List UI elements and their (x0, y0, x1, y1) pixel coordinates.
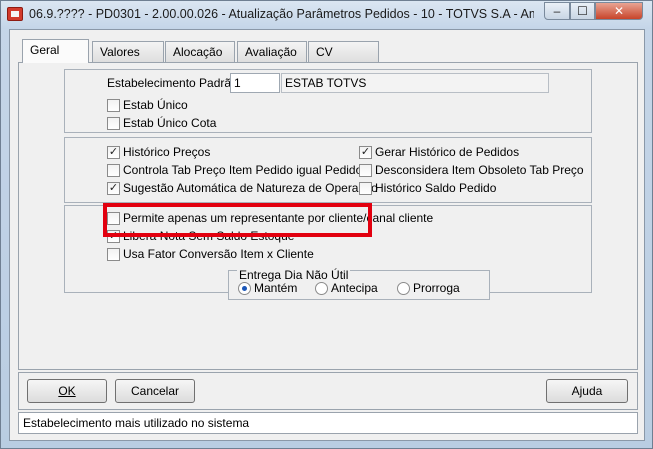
checkbox-label: Gerar Histórico de Pedidos (375, 145, 520, 159)
cancel-label: Cancelar (130, 384, 180, 398)
checkbox-box[interactable] (107, 117, 120, 130)
app-icon (7, 7, 23, 21)
checkbox-box[interactable] (359, 182, 372, 195)
checkbox-box[interactable]: ✓ (359, 146, 372, 159)
tab-geral[interactable]: Geral (22, 39, 89, 63)
tab-label: Geral (30, 43, 60, 57)
help-label: Ajuda (571, 384, 603, 398)
checkbox-label: Sugestão Automática de Natureza de Opera… (123, 181, 378, 195)
cancel-button[interactable]: Cancelar (115, 379, 195, 403)
checkbox-label: Estab Único (123, 98, 188, 112)
checkbox-box[interactable] (107, 164, 120, 177)
highlight-annotation (103, 203, 372, 237)
antecipa-radio[interactable] (315, 282, 328, 295)
mantem-radio[interactable] (238, 282, 251, 295)
maximize-button[interactable]: ☐ (570, 2, 595, 20)
ok-label: OK (58, 384, 76, 398)
estab-name-field: ESTAB TOTVS (281, 73, 549, 93)
checkbox-box[interactable] (107, 248, 120, 261)
dialog-client-area: Geral Valores Alocação Avaliação CV Esta… (9, 29, 645, 441)
checkbox-box[interactable]: ✓ (107, 182, 120, 195)
tab-valores[interactable]: Valores (92, 41, 164, 62)
maximize-icon: ☐ (577, 4, 588, 18)
close-icon: ✕ (613, 4, 625, 18)
checkbox-label: Histórico Saldo Pedido (375, 181, 497, 195)
tab-avaliacao[interactable]: Avaliação (237, 41, 307, 62)
tab-label: Valores (100, 45, 140, 59)
title-bar[interactable]: 06.9.???? - PD0301 - 2.00.00.026 - Atual… (1, 1, 652, 29)
tab-panel-geral: Estabelecimento Padrão: 1 ESTAB TOTVS Es… (18, 62, 638, 370)
tab-cv[interactable]: CV (308, 41, 379, 62)
application-window: 06.9.???? - PD0301 - 2.00.00.026 - Atual… (0, 0, 653, 449)
group-historicos: ✓ Histórico Preços Controla Tab Preço It… (64, 137, 592, 203)
window-title: 06.9.???? - PD0301 - 2.00.00.026 - Atual… (29, 7, 534, 21)
prorroga-radio[interactable] (397, 282, 410, 295)
prorroga-label: Prorroga (413, 281, 460, 295)
checkbox-label: Usa Fator Conversão Item x Cliente (123, 247, 314, 261)
close-button[interactable]: ✕ (595, 2, 643, 20)
checkbox-box[interactable] (359, 164, 372, 177)
button-bar: OK Cancelar Ajuda (18, 372, 638, 410)
mantem-label: Mantém (254, 281, 298, 295)
checkbox-box[interactable] (107, 99, 120, 112)
checkbox-label: Histórico Preços (123, 145, 211, 159)
tab-label: Alocação (173, 45, 223, 59)
entrega-dia-title: Entrega Dia Não Útil (237, 268, 351, 282)
antecipa-label: Antecipa (331, 281, 378, 295)
tab-label: Avaliação (245, 45, 297, 59)
estab-code-input[interactable]: 1 (230, 73, 280, 93)
checkbox-label: Controla Tab Preço Item Pedido igual Ped… (123, 163, 363, 177)
ok-button[interactable]: OK (27, 379, 107, 403)
group-estabelecimento: Estabelecimento Padrão: 1 ESTAB TOTVS Es… (64, 69, 592, 133)
checkbox-label: Desconsidera Item Obsoleto Tab Preço (375, 163, 584, 177)
minimize-button[interactable]: – (544, 2, 570, 20)
tab-label: CV (316, 45, 333, 59)
estab-padrao-label: Estabelecimento Padrão: (107, 76, 242, 90)
checkbox-label: Estab Único Cota (123, 116, 217, 130)
entrega-dia-group: Entrega Dia Não Útil Mantém Antecipa Pro… (228, 268, 490, 300)
help-button[interactable]: Ajuda (546, 379, 628, 403)
tab-alocacao[interactable]: Alocação (165, 41, 235, 62)
minimize-icon: – (553, 4, 561, 18)
status-bar: Estabelecimento mais utilizado no sistem… (18, 412, 638, 434)
checkbox-box[interactable]: ✓ (107, 146, 120, 159)
